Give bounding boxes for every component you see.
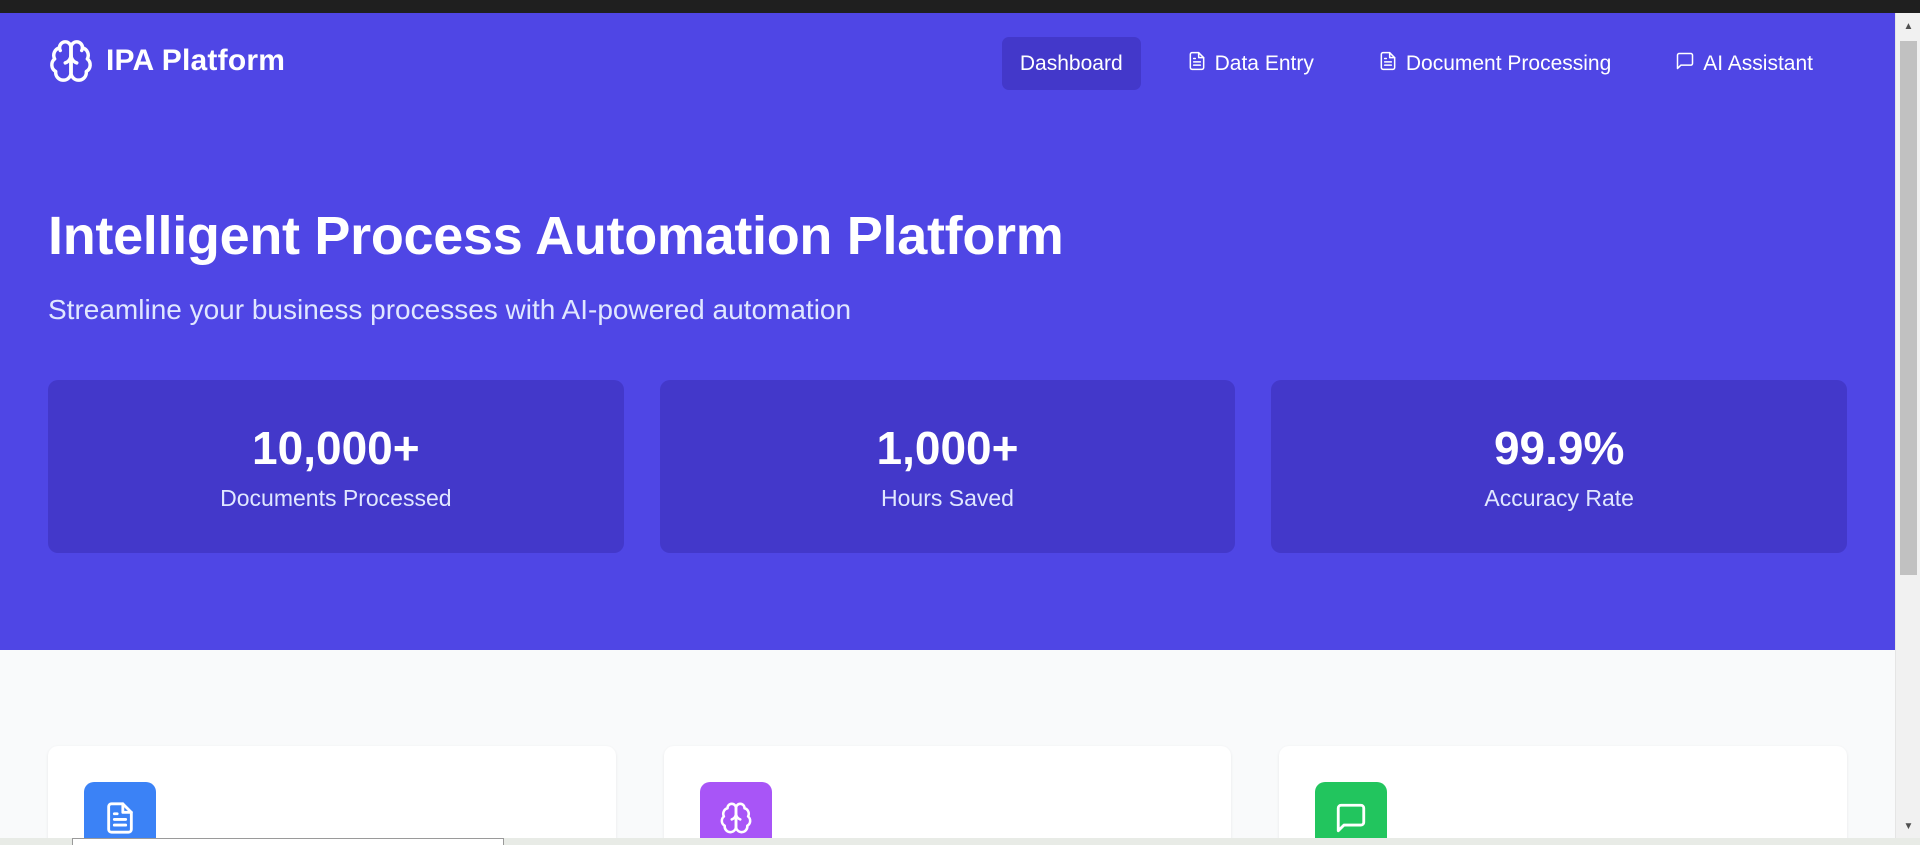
nav-ai-assistant[interactable]: AI Assistant xyxy=(1657,37,1831,90)
feature-card-ai[interactable] xyxy=(663,746,1232,839)
stat-label: Accuracy Rate xyxy=(1484,485,1634,511)
nav-data-entry-label: Data Entry xyxy=(1214,51,1314,75)
feature-cards-row xyxy=(48,746,1848,839)
top-navbar: IPA Platform Dashboard Data Entry Docume… xyxy=(0,13,1895,117)
stat-value: 1,000+ xyxy=(876,422,1019,474)
nav-ai-assistant-label: AI Assistant xyxy=(1703,51,1813,75)
stat-value: 10,000+ xyxy=(252,422,420,474)
scrollbar-thumb[interactable] xyxy=(1900,41,1917,575)
stat-card-documents: 10,000+ Documents Processed xyxy=(48,380,624,553)
nav-document-processing-label: Document Processing xyxy=(1405,51,1612,75)
stat-card-hours: 1,000+ Hours Saved xyxy=(659,380,1236,553)
scroll-up-arrow-icon[interactable]: ▲ xyxy=(1896,15,1920,37)
stats-row: 10,000+ Documents Processed 1,000+ Hours… xyxy=(48,380,1848,553)
brain-icon xyxy=(48,38,94,84)
chat-icon xyxy=(1675,51,1695,77)
nav-dashboard[interactable]: Dashboard xyxy=(1001,37,1141,90)
brand-name: IPA Platform xyxy=(106,44,286,77)
stat-card-accuracy: 99.9% Accuracy Rate xyxy=(1271,380,1848,553)
stat-value: 99.9% xyxy=(1493,422,1625,474)
hero-subtitle: Streamline your business processes with … xyxy=(48,294,852,325)
stat-label: Hours Saved xyxy=(881,485,1014,511)
document-icon xyxy=(1187,51,1207,77)
page: IPA Platform Dashboard Data Entry Docume… xyxy=(0,13,1895,839)
brain-icon xyxy=(699,782,772,839)
hero-title: Intelligent Process Automation Platform xyxy=(48,206,1064,266)
document-icon xyxy=(1378,51,1398,77)
taskbar-window[interactable] xyxy=(72,838,504,845)
feature-card-chat[interactable] xyxy=(1279,746,1848,839)
nav-data-entry[interactable]: Data Entry xyxy=(1169,37,1332,90)
taskbar-strip xyxy=(0,838,1920,845)
browser-top-strip xyxy=(0,0,1920,13)
brand[interactable]: IPA Platform xyxy=(48,38,285,84)
nav-links: Dashboard Data Entry Document Processing… xyxy=(1001,37,1831,90)
vertical-scrollbar[interactable]: ▲ ▼ xyxy=(1895,13,1920,839)
scroll-down-arrow-icon[interactable]: ▼ xyxy=(1896,815,1920,837)
chat-icon xyxy=(1315,782,1388,839)
hero-section: IPA Platform Dashboard Data Entry Docume… xyxy=(0,13,1895,650)
document-icon xyxy=(84,782,156,839)
feature-card-document[interactable] xyxy=(48,746,616,839)
nav-dashboard-label: Dashboard xyxy=(1019,51,1123,75)
stat-label: Documents Processed xyxy=(220,485,452,511)
nav-document-processing[interactable]: Document Processing xyxy=(1360,37,1629,90)
